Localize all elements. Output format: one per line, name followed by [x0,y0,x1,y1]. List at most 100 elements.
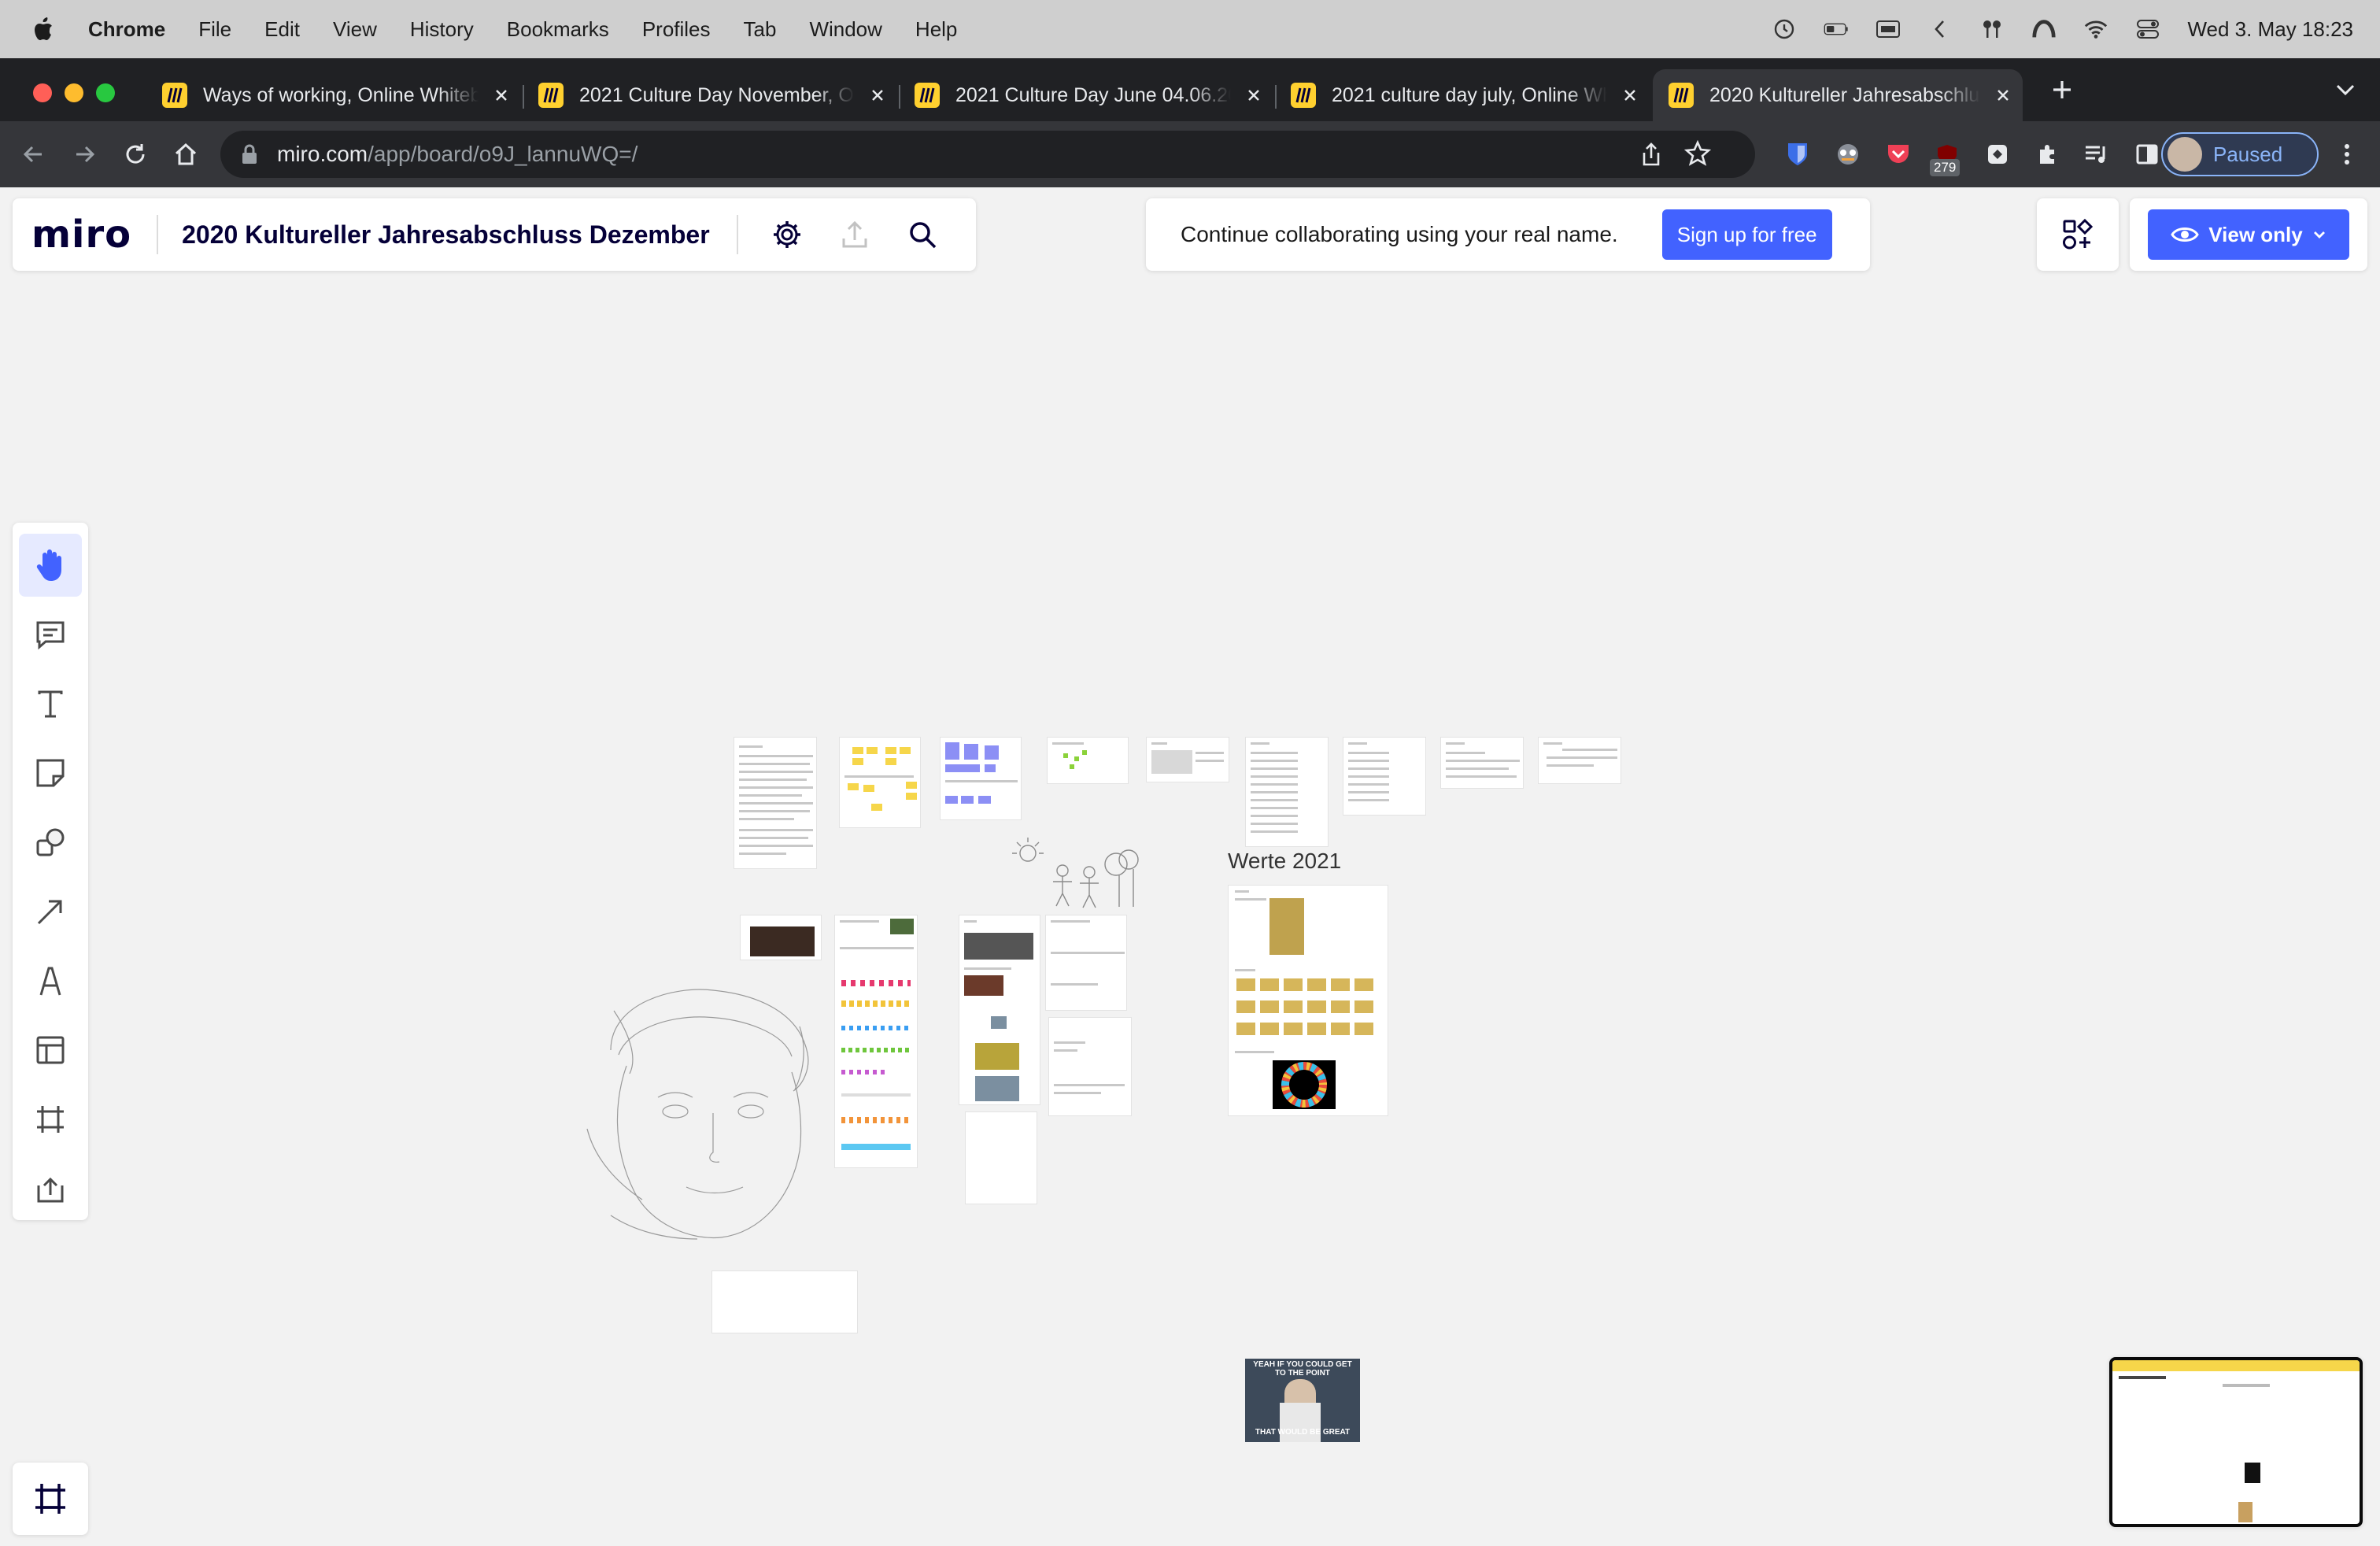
side-panel-icon[interactable] [2130,137,2164,172]
share-icon[interactable] [1640,142,1662,172]
export-upload-icon[interactable] [836,216,874,253]
sticky-note-tool[interactable] [19,742,82,804]
board-frame[interactable] [1440,737,1524,789]
tree-app-icon[interactable] [1979,18,2005,40]
board-frame[interactable] [1245,737,1329,847]
sign-up-button[interactable]: Sign up for free [1661,209,1832,260]
tab-culture-day-june[interactable]: 2021 Culture Day June 04.06.2021, Online… [915,69,1266,121]
board-frame[interactable] [834,915,918,1168]
reload-icon[interactable] [118,137,153,172]
battery-icon[interactable] [1824,18,1849,40]
time-machine-icon[interactable] [1772,18,1797,40]
new-tab-icon[interactable] [2045,72,2079,107]
frame-tool[interactable] [19,1088,82,1151]
window-minimize-button[interactable] [65,83,83,102]
connection-line-tool[interactable] [19,880,82,943]
chevron-left-icon[interactable] [1927,18,1953,40]
board-minimap[interactable] [2109,1357,2363,1527]
upload-tool[interactable] [19,1157,82,1220]
bookmark-star-icon[interactable] [1683,139,1712,172]
board-frame[interactable] [1343,737,1426,816]
werte-frame-label[interactable]: Werte 2021 [1228,849,1341,874]
window-zoom-button[interactable] [96,83,115,102]
board-frame[interactable] [1047,737,1129,784]
apple-logo-icon[interactable] [33,17,54,41]
templates-tool[interactable] [19,1019,82,1082]
tab-separator [1275,85,1277,109]
menu-app-name[interactable]: Chrome [88,17,165,42]
home-icon[interactable] [168,137,203,172]
tab-close-icon[interactable] [1991,83,2015,107]
address-bar[interactable]: miro.com/app/board/o9J_lannuWQ=/ [220,131,1755,178]
keyboard-layout-icon[interactable] [1876,18,1901,40]
comment-tool[interactable] [19,603,82,666]
menu-window[interactable]: Window [809,17,881,42]
proxy-extension-icon[interactable] [1980,137,2015,172]
tool-palette [13,523,88,1220]
view-only-button[interactable]: View only [2148,209,2349,260]
search-icon[interactable] [904,216,941,253]
media-controls-icon[interactable] [2079,137,2114,172]
miro-logo[interactable]: miro [31,213,131,257]
menu-tab[interactable]: Tab [744,17,777,42]
control-center-icon[interactable] [2135,18,2160,40]
tab-title: 2021 culture day july, Online Whiteboard [1332,83,1607,106]
sticky-note-icon [36,759,65,787]
arc-icon[interactable] [2031,18,2057,40]
ublock-extension-icon[interactable]: 279 [1930,137,1964,176]
miro-favicon-icon [1291,83,1316,108]
ghostery-extension-icon[interactable] [1831,137,1865,172]
wifi-icon[interactable] [2083,18,2108,40]
bitwarden-extension-icon[interactable] [1780,137,1815,172]
clock[interactable]: Wed 3. May 18:23 [2187,17,2353,42]
chrome-menu-icon[interactable] [2330,137,2364,172]
board-frame[interactable] [940,737,1022,820]
menu-help[interactable]: Help [915,17,957,42]
tab-ways-of-working[interactable]: Ways of working, Online Whiteboard for V… [162,69,513,121]
extensions-puzzle-icon[interactable] [2031,137,2065,172]
board-frame[interactable] [1048,1017,1132,1116]
pocket-extension-icon[interactable] [1881,137,1916,172]
board-frame[interactable] [1146,737,1229,782]
hand-tool[interactable] [19,534,82,597]
board-frame[interactable] [1045,915,1127,1011]
back-arrow-icon[interactable] [16,137,50,172]
werte-2021-frame[interactable] [1228,885,1388,1116]
tab-close-icon[interactable] [1618,83,1642,107]
meme-image[interactable]: YEAH IF YOU COULD GET TO THE POINT THAT … [1245,1359,1360,1442]
pen-tool[interactable] [19,949,82,1012]
extension-badge: 279 [1930,159,1961,176]
status-area: Wed 3. May 18:23 [1772,0,2353,58]
apps-button[interactable] [2037,198,2119,271]
tab-close-icon[interactable] [866,83,889,107]
tab-search-chevron-icon[interactable] [2328,72,2363,107]
tab-kultureller-jahresabschluss[interactable]: 2020 Kultureller Jahresabschluss Dezembe… [1653,69,2023,121]
board-frame[interactable] [1538,737,1621,784]
menu-file[interactable]: File [198,17,231,42]
board-frame[interactable] [965,1111,1037,1204]
board-frame[interactable] [839,737,921,828]
board-frame[interactable] [734,737,817,869]
forward-arrow-icon[interactable] [68,137,102,172]
menu-profiles[interactable]: Profiles [642,17,711,42]
tab-close-icon[interactable] [490,83,513,107]
tab-close-icon[interactable] [1242,83,1266,107]
menu-view[interactable]: View [333,17,377,42]
shapes-tool[interactable] [19,811,82,874]
board-frame[interactable] [959,915,1040,1105]
settings-gear-icon[interactable] [768,216,806,253]
tab-culture-day-july[interactable]: 2021 culture day july, Online Whiteboard [1291,69,1642,121]
profile-button[interactable]: Paused [2161,132,2319,176]
tab-culture-day-november[interactable]: 2021 Culture Day November, Online Whiteb… [538,69,889,121]
menu-edit[interactable]: Edit [264,17,300,42]
comment-icon [36,621,65,650]
text-tool[interactable] [19,672,82,735]
empty-frame[interactable] [711,1270,858,1333]
menu-history[interactable]: History [410,17,474,42]
menu-bookmarks[interactable]: Bookmarks [507,17,609,42]
lock-icon[interactable] [241,143,258,165]
frames-panel-button[interactable] [13,1463,88,1535]
window-close-button[interactable] [33,83,52,102]
board-title[interactable]: 2020 Kultureller Jahresabschluss Dezembe… [182,220,710,250]
board-frame[interactable] [740,915,822,960]
